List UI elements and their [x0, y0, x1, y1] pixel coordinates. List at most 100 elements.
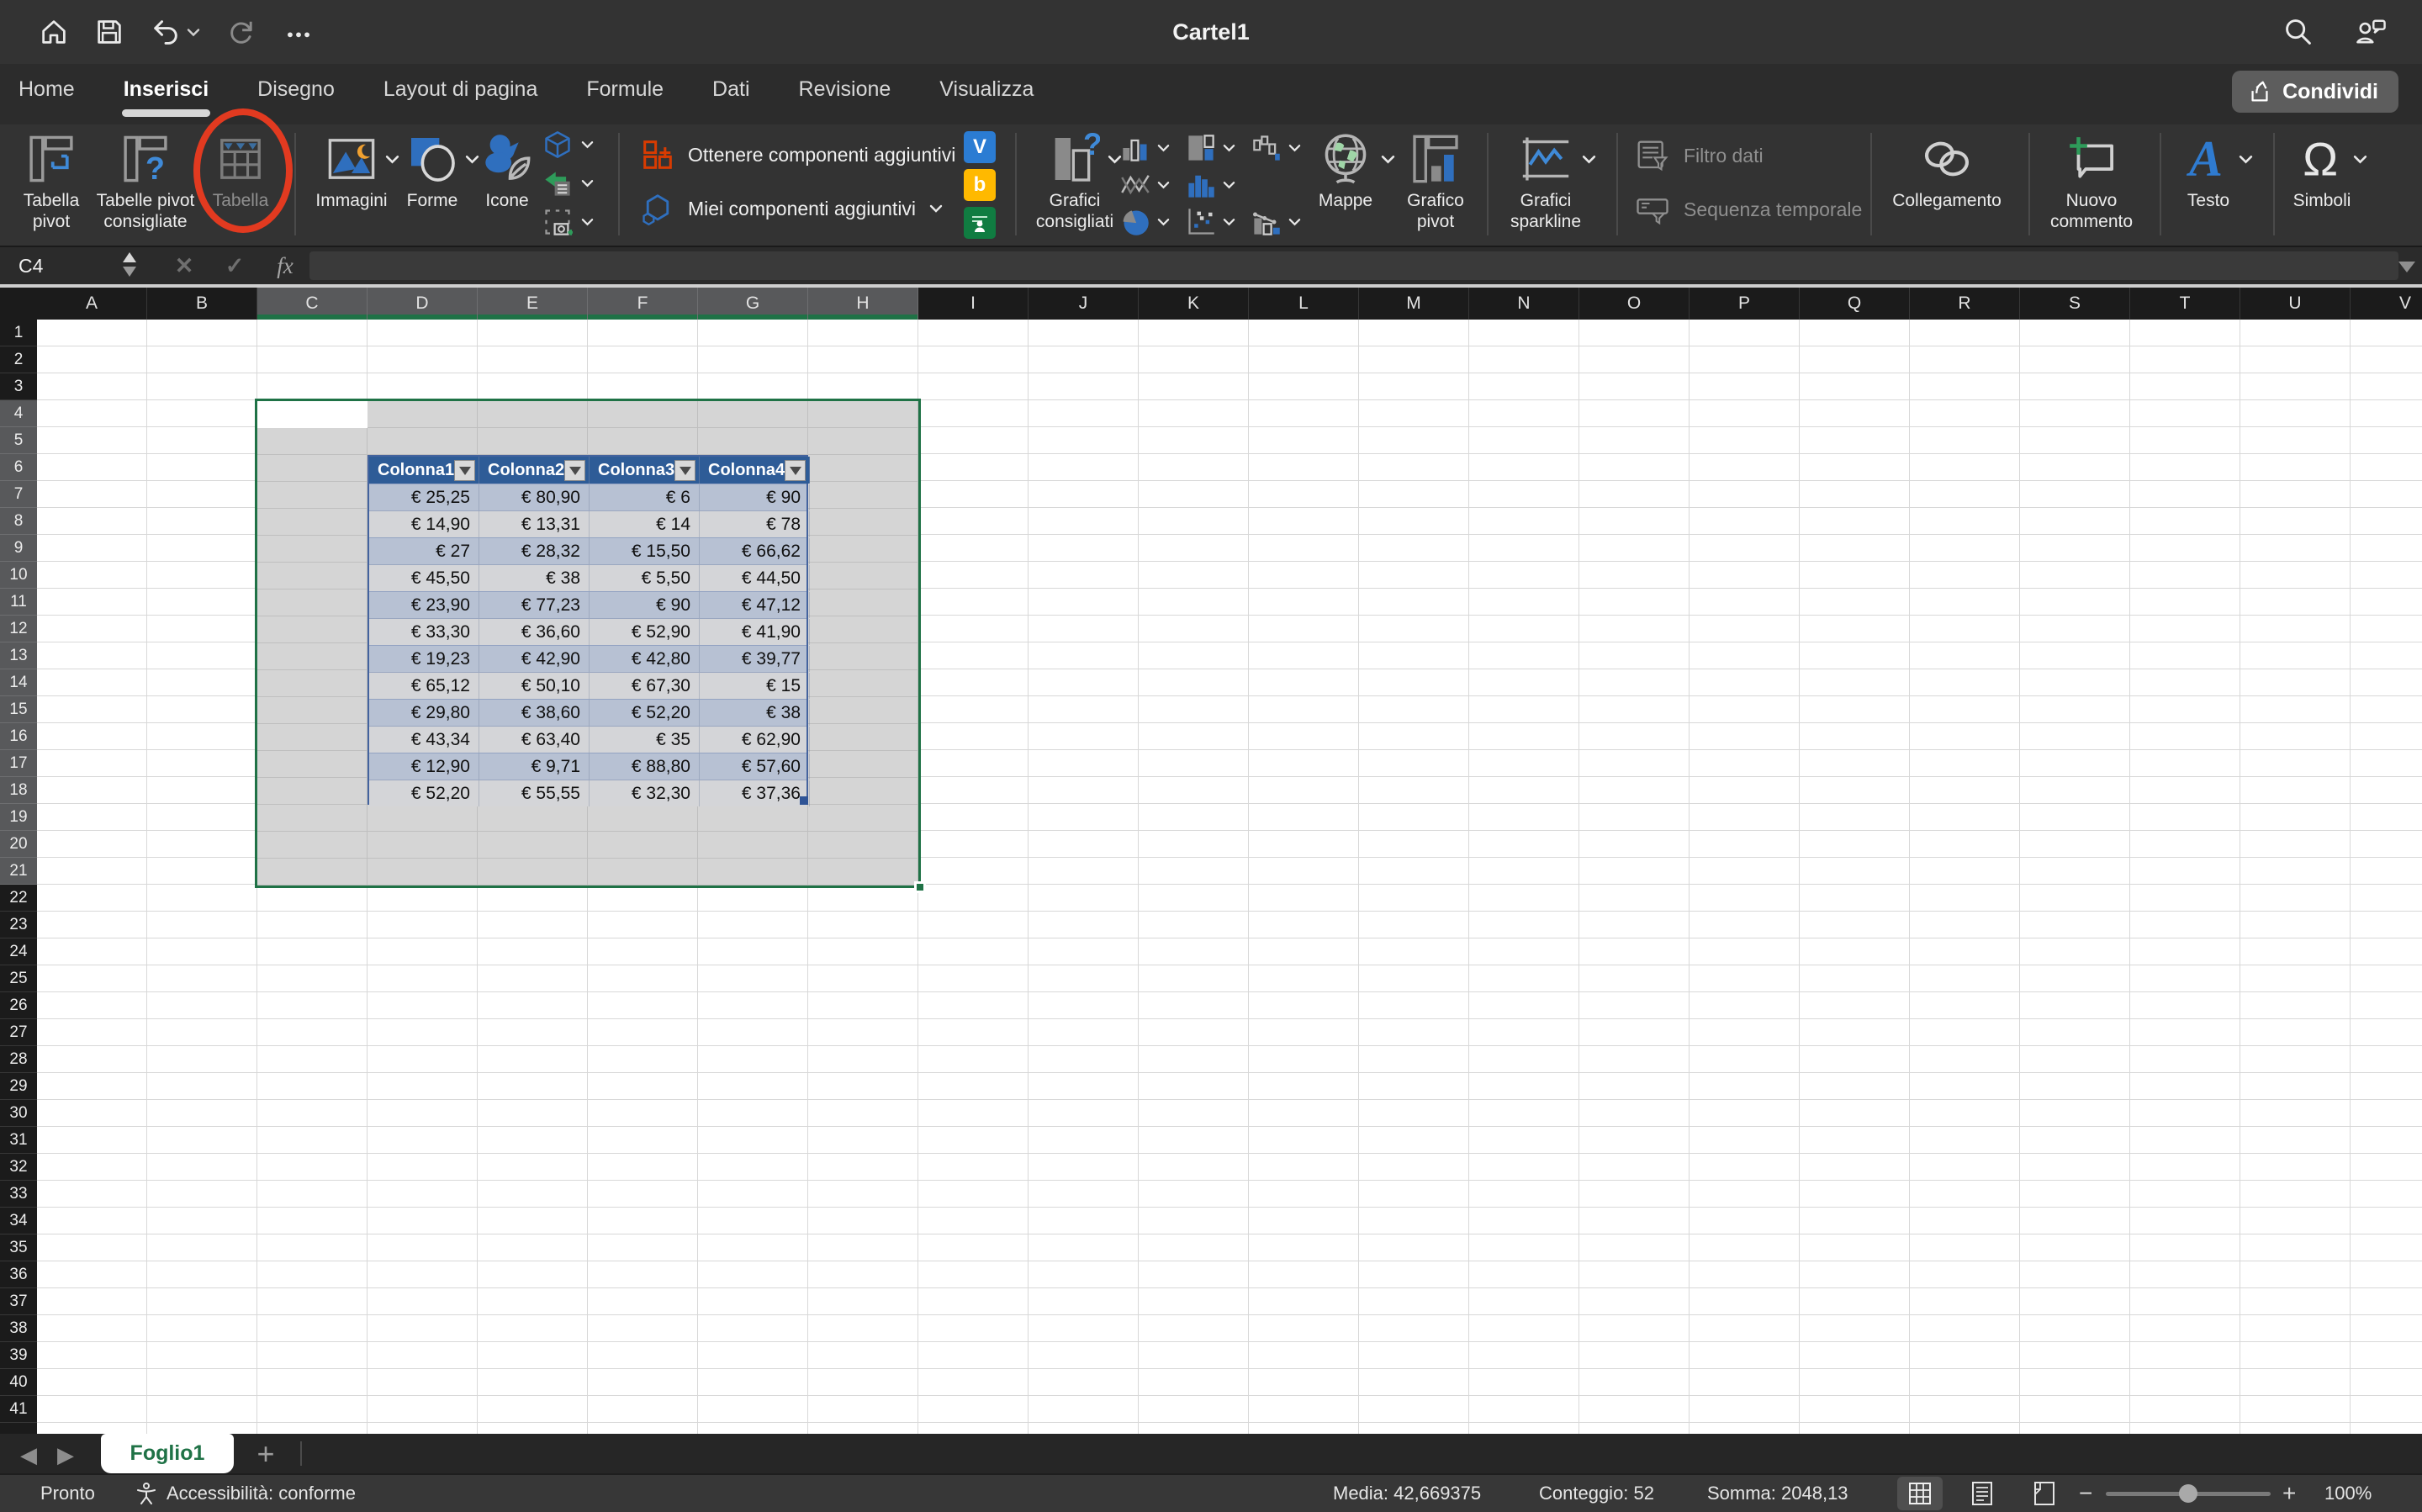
row-header-14[interactable]: 14: [0, 669, 37, 696]
row-header-26[interactable]: 26: [0, 992, 37, 1019]
table-cell[interactable]: € 25,25: [369, 484, 479, 510]
table-cell[interactable]: € 15,50: [590, 538, 700, 564]
row-header-1[interactable]: 1: [0, 320, 37, 346]
screenshot-button[interactable]: [542, 205, 594, 239]
row-header-37[interactable]: 37: [0, 1288, 37, 1315]
column-header-A[interactable]: A: [37, 288, 147, 320]
table-cell[interactable]: € 45,50: [369, 565, 479, 591]
column-header-Q[interactable]: Q: [1800, 288, 1910, 320]
page-break-view-button[interactable]: [2022, 1477, 2067, 1510]
table-header-colonna2[interactable]: Colonna2: [479, 457, 590, 484]
zoom-slider-thumb[interactable]: [2179, 1484, 2197, 1503]
sparklines-dropdown-icon[interactable]: [1582, 153, 1596, 168]
pivot-chart-button[interactable]: Grafico pivot: [1389, 124, 1482, 246]
row-header-29[interactable]: 29: [0, 1073, 37, 1100]
table-cell[interactable]: € 32,30: [590, 780, 700, 806]
share-feedback-icon[interactable]: [2353, 16, 2388, 48]
table-cell[interactable]: € 63,40: [479, 727, 590, 753]
tab-home[interactable]: Home: [19, 77, 75, 102]
row-header-13[interactable]: 13: [0, 642, 37, 669]
table-cell[interactable]: € 77,23: [479, 592, 590, 618]
row-header-39[interactable]: 39: [0, 1342, 37, 1369]
fill-handle[interactable]: [914, 881, 926, 893]
active-cell[interactable]: [257, 401, 368, 428]
column-header-V[interactable]: V: [2351, 288, 2422, 320]
row-header-22[interactable]: 22: [0, 885, 37, 912]
column-header-S[interactable]: S: [2020, 288, 2130, 320]
row-header-3[interactable]: 3: [0, 373, 37, 400]
row-header-4[interactable]: 4: [0, 400, 37, 427]
table-cell[interactable]: € 37,36: [700, 780, 810, 806]
table-header-colonna3[interactable]: Colonna3: [590, 457, 700, 484]
table-cell[interactable]: € 47,12: [700, 592, 810, 618]
pictures-button[interactable]: Immagini: [304, 124, 399, 246]
name-box-spinner[interactable]: [123, 252, 136, 277]
table-cell[interactable]: € 5,50: [590, 565, 700, 591]
formula-bar-expand-icon[interactable]: [2398, 262, 2415, 272]
row-header-15[interactable]: 15: [0, 696, 37, 723]
hierarchy-chart-button[interactable]: [1186, 130, 1251, 167]
shapes-button[interactable]: Forme: [389, 124, 476, 246]
row-header-19[interactable]: 19: [0, 804, 37, 831]
table-cell[interactable]: € 62,90: [700, 727, 810, 753]
line-chart-button[interactable]: [1120, 167, 1186, 204]
table-cell[interactable]: € 13,31: [479, 511, 590, 537]
table-cell[interactable]: € 38,60: [479, 700, 590, 726]
row-header-24[interactable]: 24: [0, 938, 37, 965]
row-header-33[interactable]: 33: [0, 1181, 37, 1208]
table-cell[interactable]: € 27: [369, 538, 479, 564]
table-cell[interactable]: € 52,20: [590, 700, 700, 726]
column-header-E[interactable]: E: [478, 288, 588, 320]
row-header-5[interactable]: 5: [0, 427, 37, 454]
filter-dropdown-icon[interactable]: [564, 460, 585, 481]
tab-layout-di-pagina[interactable]: Layout di pagina: [383, 77, 537, 102]
smartart-button[interactable]: [542, 167, 594, 200]
zoom-in-button[interactable]: +: [2282, 1475, 2296, 1512]
row-header-17[interactable]: 17: [0, 750, 37, 777]
table-cell[interactable]: € 43,34: [369, 727, 479, 753]
symbols-button[interactable]: Ω Simboli: [2276, 124, 2368, 246]
row-header-23[interactable]: 23: [0, 912, 37, 938]
normal-view-button[interactable]: [1897, 1477, 1943, 1510]
row-header-20[interactable]: 20: [0, 831, 37, 858]
row-header-31[interactable]: 31: [0, 1127, 37, 1154]
table-cell[interactable]: € 90: [590, 592, 700, 618]
table-cell[interactable]: € 57,60: [700, 753, 810, 780]
table-cell[interactable]: € 52,20: [369, 780, 479, 806]
formula-input[interactable]: [309, 251, 2398, 280]
icons-button[interactable]: Icone: [469, 124, 545, 246]
symbols-dropdown-icon[interactable]: [2353, 153, 2367, 168]
visio-addin-icon[interactable]: V: [964, 131, 996, 163]
name-box[interactable]: C4: [0, 247, 143, 284]
table-cell[interactable]: € 38: [700, 700, 810, 726]
3d-models-button[interactable]: [542, 128, 594, 161]
add-sheet-button[interactable]: +: [249, 1434, 283, 1473]
table-cell[interactable]: € 15: [700, 673, 810, 699]
zoom-level[interactable]: 100%: [2324, 1475, 2372, 1512]
share-button[interactable]: Condividi: [2232, 71, 2398, 113]
table-cell[interactable]: € 44,50: [700, 565, 810, 591]
maps-button[interactable]: Mappe: [1305, 124, 1386, 246]
column-header-M[interactable]: M: [1359, 288, 1469, 320]
filter-dropdown-icon[interactable]: [785, 460, 806, 481]
people-graph-addin-icon[interactable]: [964, 207, 996, 239]
histogram-chart-button[interactable]: [1186, 167, 1251, 204]
row-header-9[interactable]: 9: [0, 535, 37, 562]
column-header-F[interactable]: F: [588, 288, 698, 320]
table-resize-handle[interactable]: [800, 796, 808, 805]
column-header-O[interactable]: O: [1579, 288, 1690, 320]
tab-formule[interactable]: Formule: [586, 77, 664, 102]
table-cell[interactable]: € 9,71: [479, 753, 590, 780]
sparklines-button[interactable]: Grafici sparkline: [1495, 124, 1596, 246]
row-header-27[interactable]: 27: [0, 1019, 37, 1046]
text-dropdown-icon[interactable]: [2239, 153, 2253, 168]
column-header-J[interactable]: J: [1029, 288, 1139, 320]
column-header-D[interactable]: D: [368, 288, 478, 320]
table-header-colonna1[interactable]: Colonna1: [369, 457, 479, 484]
table-cell[interactable]: € 33,30: [369, 619, 479, 645]
table-cell[interactable]: € 42,80: [590, 646, 700, 672]
table-cell[interactable]: € 29,80: [369, 700, 479, 726]
row-header-10[interactable]: 10: [0, 562, 37, 589]
row-header-28[interactable]: 28: [0, 1046, 37, 1073]
row-header-35[interactable]: 35: [0, 1234, 37, 1261]
